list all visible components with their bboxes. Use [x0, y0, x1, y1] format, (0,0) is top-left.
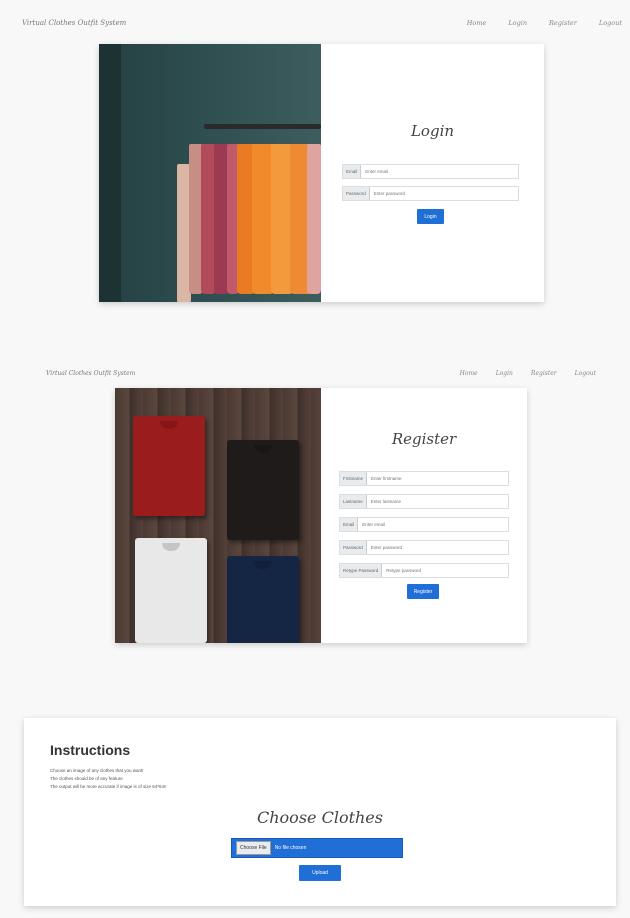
login-button[interactable]: Login [417, 209, 444, 224]
register-email-input[interactable] [358, 518, 508, 531]
retype-password-label: Retype Password [340, 564, 383, 577]
password-label-2: Password [340, 541, 367, 554]
register-lastname-group: Lastname [339, 494, 509, 509]
nav-link-home-2[interactable]: Home [460, 370, 478, 377]
register-retype-group: Retype Password [339, 563, 509, 578]
nav-link-home[interactable]: Home [467, 19, 487, 27]
navbar-brand[interactable]: Virtual Clothes Outfit System [22, 19, 126, 27]
choose-clothes-title: Choose Clothes [257, 808, 383, 827]
register-title: Register [391, 430, 457, 448]
firstname-input[interactable] [367, 472, 508, 485]
register-card: Register Firstname Lastname Email Passwo… [115, 388, 527, 643]
instructions-title: Instructions [50, 742, 131, 758]
nav-link-register-2[interactable]: Register [531, 370, 557, 377]
instruction-line-3: The output will be more accurate if imag… [50, 784, 167, 789]
login-password-group: Password [342, 186, 519, 201]
register-form: Register Firstname Lastname Email Passwo… [321, 388, 527, 643]
file-input[interactable]: Choose File No file chosen [231, 838, 403, 858]
nav-link-logout[interactable]: Logout [599, 19, 622, 27]
register-button[interactable]: Register [407, 584, 439, 599]
login-email-group: Email [342, 164, 519, 179]
login-title: Login [410, 122, 455, 140]
black-tshirt [227, 440, 299, 540]
navbar-links: Home Login Register Logout [467, 19, 622, 27]
register-firstname-group: Firstname [339, 471, 509, 486]
login-form: Login Email Password Login [321, 44, 544, 302]
navy-tshirt [227, 556, 299, 643]
register-password-input[interactable] [366, 541, 508, 554]
upload-card: Instructions Choose an image of any clot… [24, 718, 616, 906]
choose-file-button[interactable]: Choose File [236, 841, 271, 855]
navbar-register: Virtual Clothes Outfit System Home Login… [0, 360, 630, 386]
upload-button[interactable]: Upload [299, 865, 341, 881]
firstname-label: Firstname [340, 472, 368, 485]
email-label-2: Email [340, 518, 359, 531]
nav-link-login-2[interactable]: Login [496, 370, 513, 377]
tshirts-image [115, 388, 321, 643]
login-email-input[interactable] [361, 165, 518, 178]
navbar-brand-2[interactable]: Virtual Clothes Outfit System [46, 370, 135, 377]
email-label: Email [343, 165, 362, 178]
clothes-rack-image [99, 44, 321, 302]
password-label: Password [343, 187, 370, 200]
lastname-input[interactable] [366, 495, 508, 508]
login-password-input[interactable] [369, 187, 518, 200]
register-email-group: Email [339, 517, 509, 532]
white-tshirt [135, 538, 207, 643]
red-tshirt [133, 416, 205, 516]
instruction-line-1: Choose an image of any clothes that you … [50, 768, 144, 773]
nav-link-login[interactable]: Login [508, 19, 527, 27]
navbar-top: Virtual Clothes Outfit System Home Login… [0, 10, 630, 36]
retype-password-input[interactable] [382, 564, 508, 577]
navbar-links-2: Home Login Register Logout [460, 370, 596, 377]
nav-link-logout-2[interactable]: Logout [575, 370, 596, 377]
nav-link-register[interactable]: Register [549, 19, 577, 27]
instruction-line-2: The clothes should be of any feature [50, 776, 123, 781]
file-status: No file chosen [274, 845, 307, 851]
register-password-group: Password [339, 540, 509, 555]
login-card: Login Email Password Login [99, 44, 544, 302]
lastname-label: Lastname [340, 495, 367, 508]
